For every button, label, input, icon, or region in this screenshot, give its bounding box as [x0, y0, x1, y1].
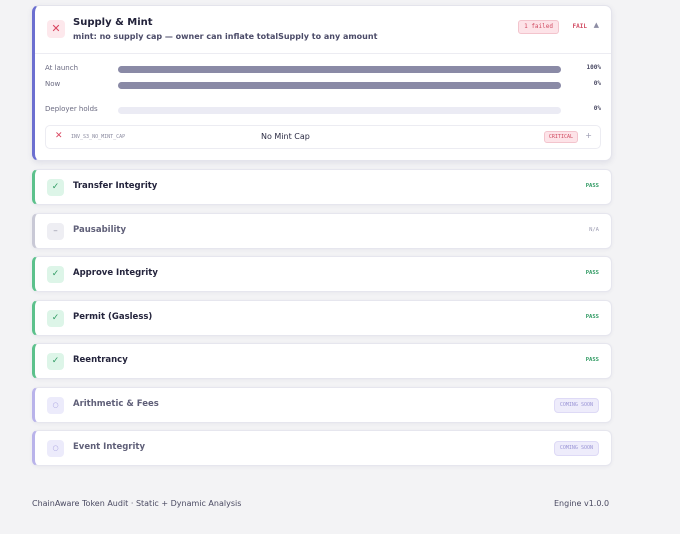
check-row-event-integrity[interactable]: ○ Event Integrity COMING SOON — [32, 430, 612, 466]
circle-icon: ○ — [47, 440, 64, 457]
bar-value: 0% — [593, 80, 601, 87]
expand-plus-icon[interactable]: + — [585, 131, 592, 140]
bar-track — [118, 82, 561, 89]
check-label: Reentrancy — [73, 355, 128, 365]
circle-icon: ○ — [47, 396, 64, 414]
check-row-arithmetic-fees[interactable]: ○ Arithmetic & Fees COMING SOON — [32, 386, 612, 423]
chevron-up-icon[interactable]: ▲ — [594, 21, 599, 29]
check-row-reentrancy[interactable]: ✓ Reentrancy PASS — [32, 343, 612, 379]
bar-track — [118, 107, 561, 114]
supply-mint-card[interactable]: ✕ Supply & Mint mint: no supply cap — ow… — [32, 5, 612, 161]
status-label: PASS — [585, 270, 599, 276]
check-label: Approve Integrity — [73, 268, 158, 278]
status-label: PASS — [585, 183, 599, 189]
check-title: Supply & Mint — [73, 17, 153, 28]
audit-panel: ✕ Supply & Mint mint: no supply cap — ow… — [32, 5, 612, 466]
check-icon: ✓ — [47, 353, 64, 370]
bar-track — [118, 66, 561, 73]
fail-x-icon: ✕ — [47, 20, 65, 38]
status-label: FAIL — [572, 23, 587, 30]
bar-label: Now — [45, 80, 61, 88]
severity-badge: CRITICAL — [543, 131, 578, 143]
finding-name: No Mint Cap — [261, 132, 310, 141]
status-label: PASS — [585, 357, 599, 363]
check-label: Pausability — [73, 224, 127, 235]
bar-row-deployer-holds: Deployer holds 0% — [45, 104, 601, 116]
bar-fill — [118, 66, 561, 73]
check-subtitle: mint: no supply cap — owner can inflate … — [73, 32, 378, 41]
check-label: Permit (Gasless) — [73, 311, 153, 322]
check-row-transfer-integrity[interactable]: ✓ Transfer Integrity PASS — [32, 169, 612, 205]
check-row-permit-gasless[interactable]: ✓ Permit (Gasless) PASS — [32, 299, 612, 336]
supply-mint-header[interactable]: ✕ Supply & Mint mint: no supply cap — ow… — [47, 17, 599, 47]
finding-code: INV_S3_NO_MINT_CAP — [71, 134, 126, 140]
check-label: Transfer Integrity — [73, 181, 158, 191]
check-label: Event Integrity — [73, 442, 146, 452]
check-row-approve-integrity[interactable]: ✓ Approve Integrity PASS — [32, 256, 612, 292]
fail-x-icon: ✕ — [55, 131, 63, 141]
coming-soon-badge: COMING SOON — [553, 397, 599, 413]
bar-value: 100% — [586, 64, 601, 71]
check-icon: ✓ — [47, 309, 64, 327]
status-label: N/A — [589, 226, 599, 233]
check-icon: ✓ — [47, 179, 64, 196]
failed-count-badge: 1 failed — [518, 20, 559, 34]
coming-soon-badge: COMING SOON — [553, 441, 599, 456]
bar-row-at-launch: At launch 100% — [45, 63, 601, 75]
bar-label: Deployer holds — [45, 105, 98, 113]
check-label: Arithmetic & Fees — [73, 398, 159, 409]
bar-row-now: Now 0% — [45, 79, 601, 91]
check-row-pausability[interactable]: – Pausability N/A — [32, 212, 612, 249]
footer-caption: ChainAware Token Audit · Static + Dynami… — [32, 499, 242, 508]
divider — [35, 53, 611, 54]
status-label: PASS — [585, 313, 599, 320]
bar-value: 0% — [593, 105, 601, 112]
dash-icon: – — [47, 222, 64, 240]
engine-version: Engine v1.0.0 — [554, 499, 610, 508]
check-icon: ✓ — [47, 266, 64, 283]
bar-label: At launch — [45, 64, 79, 72]
finding-row[interactable]: ✕ INV_S3_NO_MINT_CAP No Mint Cap CRITICA… — [45, 125, 601, 149]
bar-fill — [118, 82, 561, 89]
